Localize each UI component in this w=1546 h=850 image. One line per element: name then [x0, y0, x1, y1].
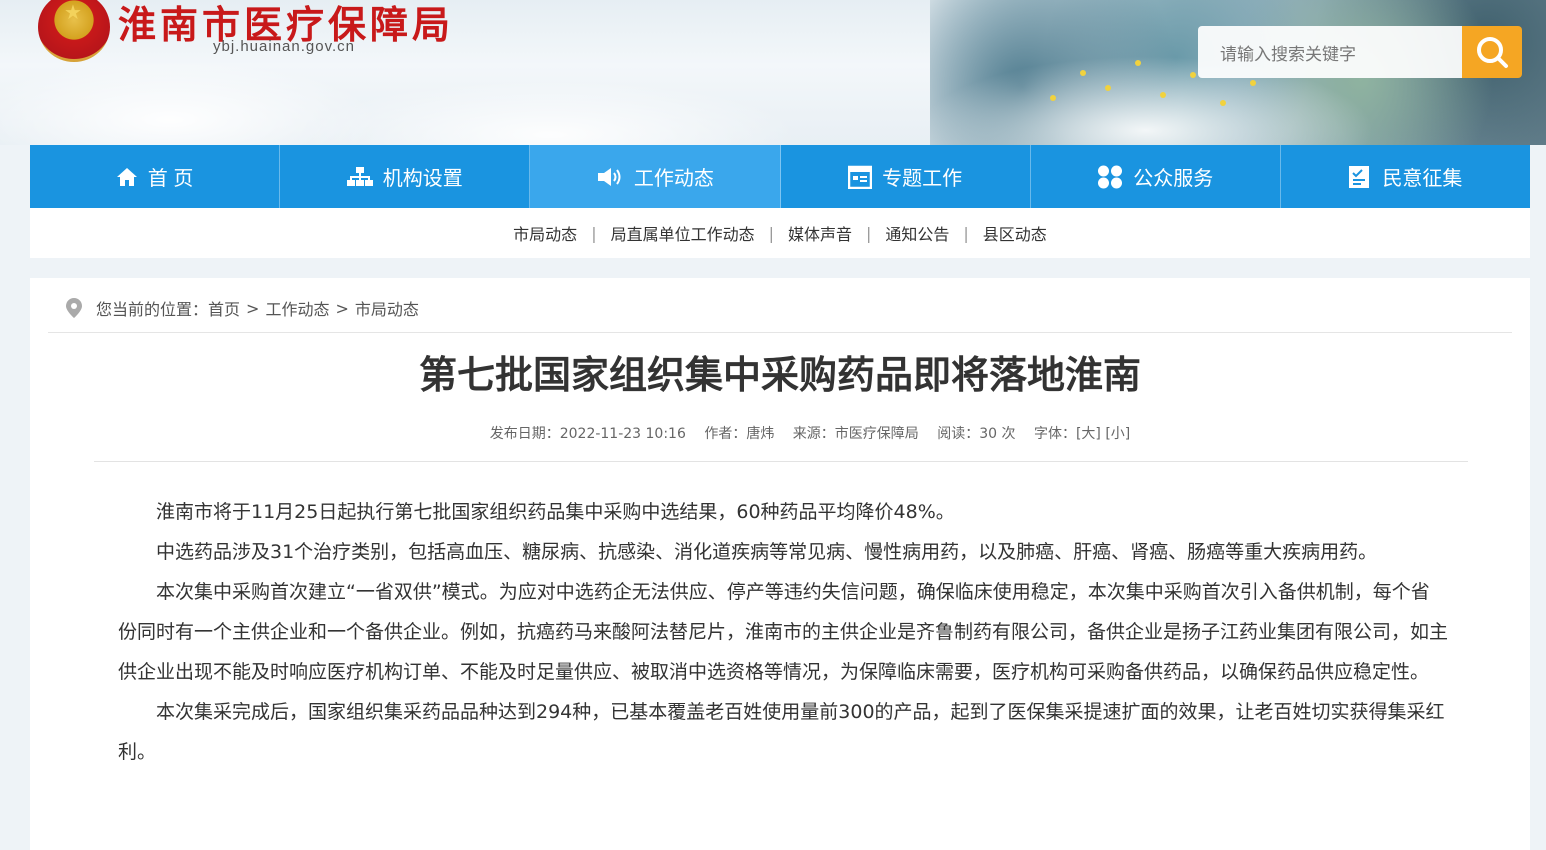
font-size-toggle[interactable]: 字体：[大] [小]: [1034, 426, 1130, 442]
calendar-icon: [848, 165, 873, 189]
feedback-icon: [1348, 165, 1372, 189]
banner-cloud: [300, 80, 800, 145]
breadcrumb-item-home[interactable]: 首页: [208, 296, 240, 320]
nav-item-label: 民意征集: [1382, 168, 1463, 190]
banner-flower: [1050, 95, 1056, 101]
speaker-icon: [596, 166, 624, 188]
subnav-divider: |: [768, 223, 774, 243]
article-body: 淮南市将于11月25日起执行第七批国家组织药品集中采购中选结果，60种药品平均降…: [118, 492, 1448, 772]
banner-flower: [1105, 85, 1111, 91]
article-paragraph: 淮南市将于11月25日起执行第七批国家组织药品集中采购中选结果，60种药品平均降…: [156, 501, 955, 523]
article-paragraph: 中选药品涉及31个治疗类别，包括高血压、糖尿病、抗感染、消化道疾病等常见病、慢性…: [156, 541, 1378, 563]
divider: [94, 461, 1468, 462]
publish-date: 发布日期：2022-11-23 10:16: [489, 426, 686, 442]
breadcrumb-separator: >: [246, 298, 260, 318]
sub-nav: 市局动态 | 局直属单位工作动态 | 媒体声音 | 通知公告 | 县区动态: [30, 208, 1530, 258]
nav-item-label: 公众服务: [1133, 168, 1214, 190]
breadcrumb-separator: >: [335, 298, 349, 318]
banner-flower: [1080, 70, 1086, 76]
subnav-item-affiliated-units[interactable]: 局直属单位工作动态: [611, 221, 755, 245]
subnav-item-county-news[interactable]: 县区动态: [983, 221, 1047, 245]
view-count: 阅读：30 次: [937, 426, 1016, 442]
nav-item-organization[interactable]: 机构设置: [280, 145, 531, 208]
subnav-divider: |: [963, 223, 969, 243]
org-chart-icon: [346, 166, 373, 188]
breadcrumb-item-city-bureau-news[interactable]: 市局动态: [355, 296, 419, 320]
article-meta: 发布日期：2022-11-23 10:16 作者：唐炜 来源：市医疗保障局 阅读…: [30, 423, 1546, 443]
subnav-item-notices[interactable]: 通知公告: [885, 221, 949, 245]
search-input[interactable]: 请输入搜索关键字: [1198, 26, 1462, 78]
search-button[interactable]: [1462, 26, 1522, 78]
nav-item-label: 机构设置: [382, 168, 463, 190]
nav-item-work-news[interactable]: 工作动态: [530, 145, 781, 208]
nav-item-public-service[interactable]: 公众服务: [1031, 145, 1281, 208]
nav-item-label: 工作动态: [633, 168, 714, 190]
location-pin-icon: [66, 298, 82, 318]
nav-item-home[interactable]: 首 页: [30, 145, 281, 208]
home-icon: [116, 166, 138, 188]
main-nav: 首 页 机构设置 工作动态 专题工作 公众服务 民意征集: [30, 145, 1530, 208]
breadcrumb: 您当前的位置： 首页 > 工作动态 > 市局动态: [66, 296, 419, 320]
content-panel: 您当前的位置： 首页 > 工作动态 > 市局动态 第七批国家组织集中采购药品即将…: [30, 278, 1530, 850]
nav-item-special-topics[interactable]: 专题工作: [781, 145, 1031, 208]
search-placeholder: 请输入搜索关键字: [1220, 45, 1356, 65]
banner-flower: [1135, 60, 1141, 66]
nav-item-label: 首 页: [147, 168, 194, 190]
subnav-item-media-voice[interactable]: 媒体声音: [788, 221, 852, 245]
article-source: 来源：市医疗保障局: [792, 426, 919, 442]
national-emblem-logo[interactable]: ★: [38, 0, 110, 62]
subnav-item-city-bureau-news[interactable]: 市局动态: [513, 221, 577, 245]
banner-flower: [1160, 92, 1166, 98]
nav-item-public-opinion[interactable]: 民意征集: [1281, 145, 1530, 208]
article-paragraph: 本次集中采购首次建立“一省双供”模式。为应对中选药企无法供应、停产等违约失信问题…: [118, 581, 1449, 683]
breadcrumb-item-work-news[interactable]: 工作动态: [265, 296, 329, 320]
nav-item-label: 专题工作: [882, 168, 963, 190]
grid-icon: [1097, 165, 1123, 189]
article-author: 作者：唐炜: [704, 426, 775, 442]
breadcrumb-prefix: 您当前的位置：: [96, 300, 209, 319]
search-icon: [1477, 37, 1508, 68]
article-paragraph: 本次集采完成后，国家组织集采药品品种达到294种，已基本覆盖老百姓使用量前300…: [118, 701, 1445, 763]
banner-flower: [1250, 80, 1256, 86]
banner-flower: [1220, 100, 1226, 106]
subnav-divider: |: [591, 223, 597, 243]
subnav-divider: |: [866, 223, 872, 243]
divider: [48, 332, 1512, 333]
star-icon: ★: [64, 0, 82, 24]
header-banner: ★ 淮南市医疗保障局 ybj.huainan.gov.cn 请输入搜索关键字: [0, 0, 1546, 145]
article-title: 第七批国家组织集中采购药品即将落地淮南: [418, 355, 1141, 397]
site-domain: ybj.huainan.gov.cn: [213, 38, 355, 55]
banner-flower: [1190, 72, 1196, 78]
